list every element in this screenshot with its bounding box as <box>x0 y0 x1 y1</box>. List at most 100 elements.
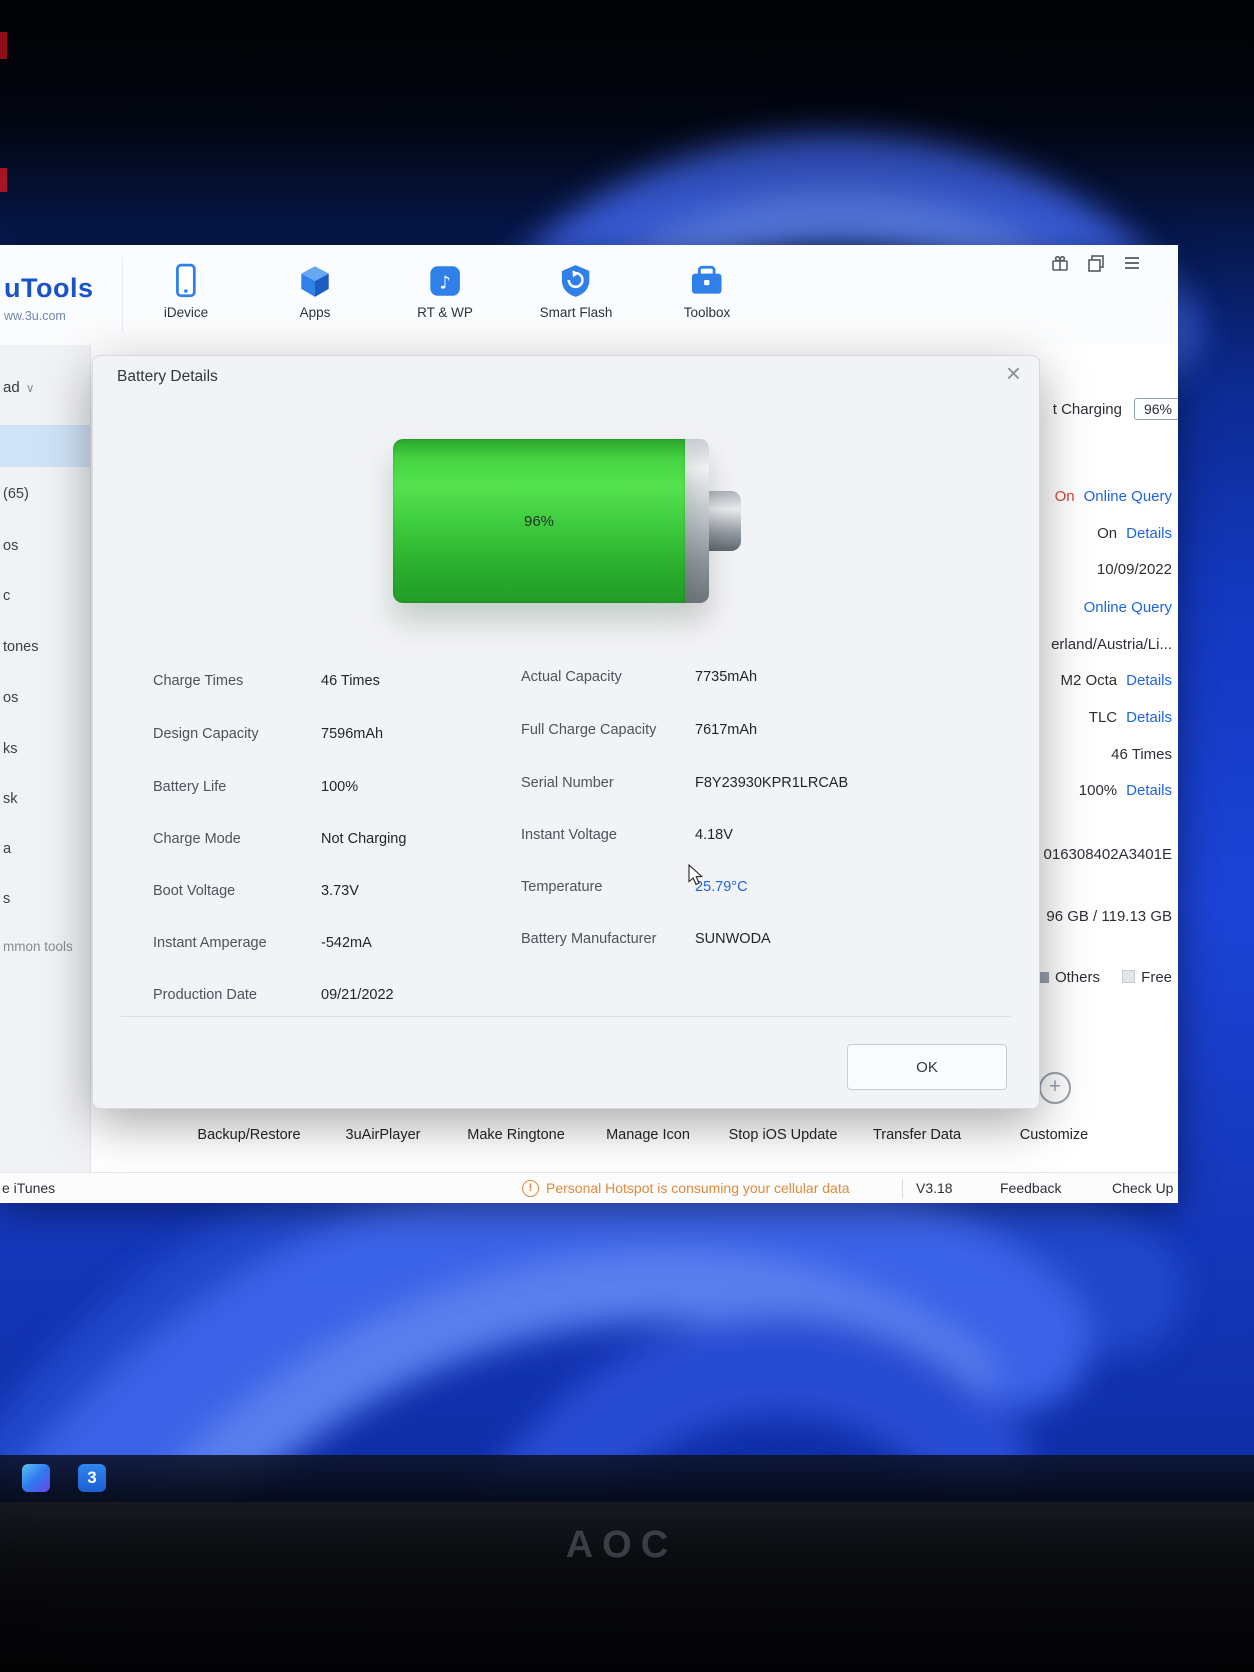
ok-button[interactable]: OK <box>847 1044 1007 1090</box>
nav-toolbox[interactable]: Toolbox <box>683 262 731 320</box>
details-link[interactable]: Details <box>1126 782 1172 799</box>
device-info-row: On Online Query <box>1055 488 1172 505</box>
battery-cap <box>685 439 709 603</box>
tool-make-ringtone[interactable]: Make Ringtone <box>467 1127 565 1143</box>
detail-value: 7735mAh <box>695 669 758 685</box>
charge-times-value: 46 Times <box>1111 746 1172 763</box>
device-info-row: 46 Times <box>1111 746 1172 763</box>
charging-label: t Charging <box>1052 401 1122 418</box>
itunes-status[interactable]: e iTunes <box>2 1180 55 1196</box>
nav-rt-wp[interactable]: ♪ RT & WP <box>417 262 473 320</box>
sidebar-selected-highlight <box>0 425 90 467</box>
cube-icon <box>301 266 329 297</box>
shield-refresh-icon <box>562 265 590 297</box>
battery-life-value: 100% <box>1078 782 1118 799</box>
tool-manage-icon[interactable]: Manage Icon <box>606 1127 690 1143</box>
sidebar-item[interactable]: s <box>3 891 10 907</box>
dialog-title: Battery Details <box>117 368 218 385</box>
gift-icon[interactable] <box>1050 253 1070 273</box>
device-info-row: erland/Austria/Li... <box>1051 636 1172 653</box>
chevron-down-icon: ∨ <box>25 381 35 395</box>
tool-stop-ios-update[interactable]: Stop iOS Update <box>729 1127 838 1143</box>
app-logo-url: ww.3u.com <box>4 309 66 323</box>
legend-free-label: Free <box>1141 969 1172 986</box>
monitor-bezel: AOC <box>0 1502 1254 1672</box>
sidebar-item[interactable]: a <box>3 841 11 857</box>
statusbar-divider <box>902 1179 903 1198</box>
sidebar-item[interactable]: sk <box>3 791 18 807</box>
detail-row: Battery Manufacturer SUNWODA <box>93 931 1039 951</box>
device-info-row: TLC Details <box>1089 709 1172 726</box>
monitor-brand-logo: AOC <box>565 1524 678 1566</box>
sidebar-item[interactable]: ks <box>3 741 18 757</box>
cpu-value: M2 Octa <box>1060 672 1118 689</box>
sidebar-item[interactable]: c <box>3 588 10 604</box>
details-link[interactable]: Details <box>1126 709 1172 726</box>
storage-value: 96 GB / 119.13 GB <box>1046 908 1172 925</box>
sidebar-item[interactable]: tones <box>3 639 38 655</box>
detail-row-temperature: Temperature 25.79°C <box>93 879 1039 899</box>
taskbar-3utools-icon[interactable]: 3 <box>78 1464 106 1492</box>
detail-row: Instant Voltage 4.18V <box>93 827 1039 847</box>
serial-fragment-value: 016308402A3401E <box>1043 846 1172 863</box>
restore-window-icon[interactable] <box>1086 253 1106 273</box>
plus-icon[interactable]: + <box>1039 1072 1071 1104</box>
toolbox-icon <box>692 265 722 294</box>
phone-icon <box>176 263 196 298</box>
sidebar-item[interactable]: os <box>3 690 18 706</box>
sidebar-item[interactable]: (65) <box>3 486 29 502</box>
detail-value: 09/21/2022 <box>321 987 394 1003</box>
sidebar-header-label: ad <box>3 379 20 396</box>
tool-customize[interactable]: Customize <box>1020 1127 1089 1143</box>
sidebar-item[interactable]: os <box>3 538 18 554</box>
check-update-link[interactable]: Check Up <box>1112 1180 1173 1196</box>
windows-taskbar: 3 <box>0 1455 1254 1502</box>
battery-details-dialog: Battery Details × 96% Charge Times 46 Ti… <box>92 355 1040 1109</box>
tool-3uairplayer[interactable]: 3uAirPlayer <box>346 1127 421 1143</box>
nav-apps[interactable]: Apps <box>296 262 334 320</box>
nav-label: Apps <box>299 305 331 320</box>
legend-others-label: Others <box>1054 969 1100 986</box>
dialog-divider <box>121 1016 1011 1017</box>
app-toolbar: uTools ww.3u.com iDevice Apps ♪ RT & WP … <box>0 245 1178 346</box>
warning-glyph: ! <box>528 1182 533 1194</box>
nav-smart-flash[interactable]: Smart Flash <box>540 262 612 320</box>
detail-label: Production Date <box>153 987 257 1003</box>
feedback-link[interactable]: Feedback <box>1000 1180 1061 1196</box>
tool-backup-restore[interactable]: Backup/Restore <box>197 1127 300 1143</box>
nav-idevice[interactable]: iDevice <box>164 262 208 320</box>
version-label: V3.18 <box>916 1180 953 1196</box>
mouse-cursor <box>688 864 703 886</box>
close-icon[interactable]: × <box>1006 358 1021 388</box>
sidebar-section-common-tools: mmon tools <box>3 939 73 954</box>
device-info-row: 016308402A3401E <box>1044 846 1172 863</box>
flash-type-value: TLC <box>1088 709 1118 726</box>
tool-transfer-data[interactable]: Transfer Data <box>873 1127 961 1143</box>
battery-percent-label: 96% <box>523 512 555 530</box>
online-query-link[interactable]: Online Query <box>1084 599 1172 616</box>
sidebar: ad ∨ (65) os c tones os ks sk a s mmon to… <box>0 345 91 1172</box>
status-bar: e iTunes ! Personal Hotspot is consuming… <box>0 1172 1178 1203</box>
detail-label: Instant Voltage <box>521 827 617 843</box>
hotspot-warning: Personal Hotspot is consuming your cellu… <box>546 1180 850 1196</box>
device-info-row: 10/09/2022 <box>1097 561 1172 578</box>
storage-row: 96 GB / 119.13 GB <box>1046 908 1172 925</box>
details-link[interactable]: Details <box>1126 525 1172 542</box>
nav-label: Toolbox <box>683 305 731 320</box>
detail-label: Full Charge Capacity <box>521 722 657 738</box>
sidebar-header[interactable]: ad ∨ <box>3 379 34 396</box>
battery-graphic: 96% <box>393 439 743 603</box>
warning-icon: ! <box>522 1180 539 1197</box>
battery-terminal <box>707 491 741 551</box>
detail-value: 7617mAh <box>695 722 758 738</box>
sales-region-value: erland/Austria/Li... <box>1051 636 1172 653</box>
3utools-window: uTools ww.3u.com iDevice Apps ♪ RT & WP … <box>0 245 1178 1203</box>
detail-row: Production Date 09/21/2022 <box>93 987 1039 1007</box>
taskbar-app-icon[interactable] <box>22 1464 50 1492</box>
free-swatch <box>1122 970 1136 983</box>
details-link[interactable]: Details <box>1126 672 1172 689</box>
menu-icon[interactable] <box>1122 253 1142 273</box>
monitor-photo: uTools ww.3u.com iDevice Apps ♪ RT & WP … <box>0 0 1254 1672</box>
desktop-screen: uTools ww.3u.com iDevice Apps ♪ RT & WP … <box>0 0 1254 1502</box>
online-query-link[interactable]: Online Query <box>1084 488 1172 505</box>
